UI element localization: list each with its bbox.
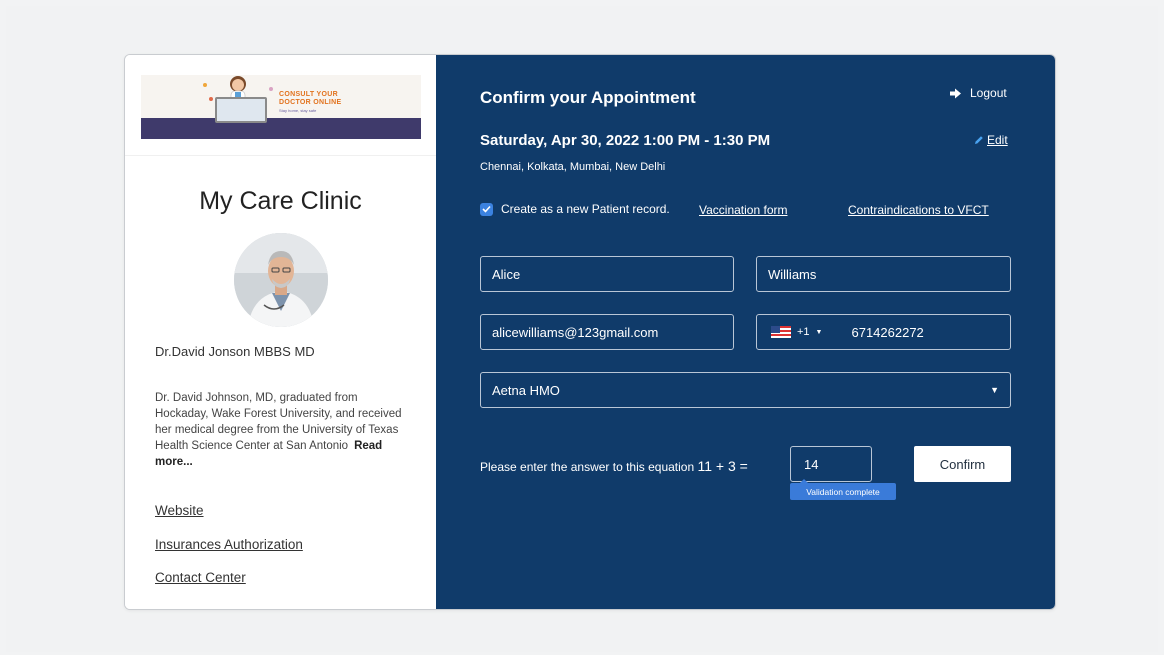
appointment-panel: Confirm your Appointment Logout Saturday… xyxy=(436,55,1055,609)
doctor-photo-icon xyxy=(234,233,328,327)
validation-badge: Validation complete xyxy=(790,479,896,500)
divider xyxy=(125,155,436,156)
clinic-banner: CONSULT YOUR DOCTOR ONLINE Stay home, st… xyxy=(141,75,421,139)
insurance-authorization-link[interactable]: Insurances Authorization xyxy=(155,537,303,552)
appointment-date: Saturday, Apr 30, 2022 1:00 PM - 1:30 PM xyxy=(480,132,771,149)
vaccination-form-link[interactable]: Vaccination form xyxy=(699,203,787,217)
banner-headline-2: DOCTOR ONLINE xyxy=(279,99,342,106)
pencil-icon xyxy=(975,136,983,144)
captcha-label: Please enter the answer to this equation xyxy=(480,460,695,474)
contraindications-link[interactable]: Contraindications to VFCT xyxy=(848,203,989,217)
doctor-bio: Dr. David Johnson, MD, graduated from Ho… xyxy=(155,390,405,470)
clinic-name: My Care Clinic xyxy=(199,187,362,215)
check-icon xyxy=(482,205,491,213)
confirm-button[interactable]: Confirm xyxy=(914,446,1011,482)
captcha-question: Please enter the answer to this equation… xyxy=(480,458,748,474)
country-code[interactable]: +1 xyxy=(797,326,810,338)
email-field[interactable]: alicewilliams@123gmail.com xyxy=(480,314,734,350)
new-patient-checkbox[interactable] xyxy=(480,202,493,216)
appointment-card: CONSULT YOUR DOCTOR ONLINE Stay home, st… xyxy=(124,54,1056,610)
appointment-locations: Chennai, Kolkata, Mumbai, New Delhi xyxy=(480,161,666,173)
new-patient-label: Create as a new Patient record. xyxy=(501,202,670,216)
page-title: Confirm your Appointment xyxy=(480,88,696,107)
contact-center-link[interactable]: Contact Center xyxy=(155,570,246,585)
last-name-field[interactable]: Williams xyxy=(756,256,1011,292)
insurance-select[interactable]: Aetna HMO ▼ xyxy=(480,372,1011,408)
phone-number[interactable]: 6714262272 xyxy=(851,325,923,340)
laptop-icon xyxy=(215,97,267,123)
clinic-panel: CONSULT YOUR DOCTOR ONLINE Stay home, st… xyxy=(125,55,436,609)
new-patient-option: Create as a new Patient record. xyxy=(480,202,670,216)
logout-label: Logout xyxy=(970,86,1007,100)
country-dropdown-icon[interactable]: ▼ xyxy=(816,329,823,336)
captcha-answer-input[interactable]: 14 xyxy=(790,446,872,482)
banner-headline: CONSULT YOUR xyxy=(279,91,338,98)
insurance-value: Aetna HMO xyxy=(492,382,560,398)
phone-field[interactable]: +1 ▼ 6714262272 xyxy=(756,314,1011,350)
website-link[interactable]: Website xyxy=(155,503,204,518)
edit-label: Edit xyxy=(987,133,1008,147)
chevron-down-icon: ▼ xyxy=(990,385,999,395)
logout-button[interactable]: Logout xyxy=(950,86,1007,100)
captcha-equation: 11 + 3 = xyxy=(697,458,748,474)
edit-button[interactable]: Edit xyxy=(974,133,1008,147)
first-name-field[interactable]: Alice xyxy=(480,256,734,292)
banner-tagline: Stay home, stay safe xyxy=(279,108,317,113)
doctor-name: Dr.David Jonson MBBS MD xyxy=(155,344,315,359)
us-flag-icon[interactable] xyxy=(771,326,791,338)
doctor-avatar xyxy=(234,233,328,327)
logout-icon xyxy=(950,88,961,98)
